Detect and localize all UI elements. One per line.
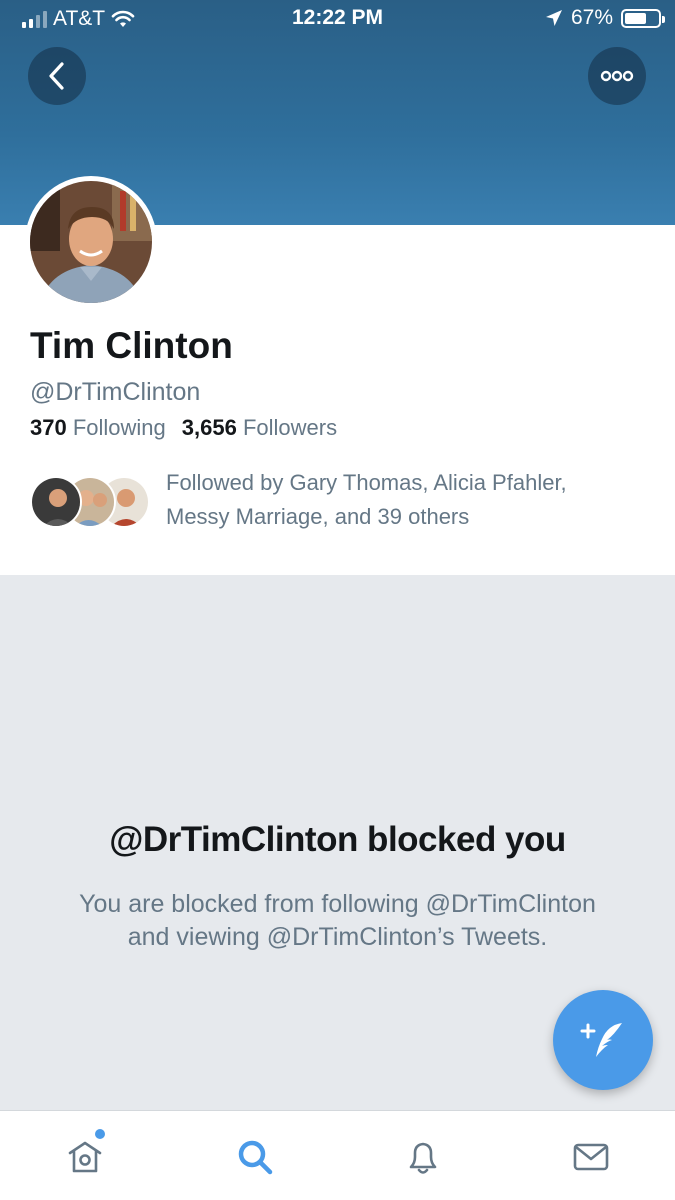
compose-feather-icon (580, 1023, 622, 1057)
search-icon (238, 1140, 273, 1175)
followers-label: Followers (242, 415, 338, 440)
profile-stats: 370 Following 3,656 Followers (30, 415, 337, 441)
blocked-title: @DrTimClinton blocked you (109, 820, 566, 859)
tab-search[interactable] (231, 1133, 279, 1181)
following-count: 370 (30, 415, 67, 440)
tab-notifications[interactable] (399, 1133, 447, 1181)
home-icon (68, 1141, 102, 1173)
followers-link[interactable]: 3,656 Followers (182, 415, 337, 440)
more-options-button[interactable] (588, 47, 646, 105)
profile-handle: @DrTimClinton (30, 378, 201, 406)
followed-by-text[interactable]: Followed by Gary Thomas, Alicia Pfahler,… (166, 466, 636, 534)
avatar (30, 476, 82, 528)
profile-photo (30, 181, 152, 303)
tab-home[interactable] (61, 1129, 109, 1181)
tab-messages[interactable] (567, 1133, 615, 1181)
followers-count: 3,656 (181, 415, 237, 440)
following-label: Following (72, 415, 166, 440)
notification-dot (95, 1129, 105, 1139)
tab-bar (0, 1110, 675, 1200)
blocked-description: You are blocked from following @DrTimCli… (79, 890, 596, 951)
chevron-left-icon (49, 62, 64, 90)
status-bar: AT&T 12:22 PM 67% (0, 0, 675, 38)
battery-percent: 67% (570, 6, 613, 29)
back-button[interactable] (28, 47, 86, 105)
more-horizontal-icon (600, 70, 634, 82)
battery-icon (621, 8, 665, 28)
location-arrow-icon (545, 10, 562, 26)
bell-icon (409, 1142, 437, 1174)
battery-level (625, 12, 647, 24)
mail-icon (573, 1143, 609, 1171)
status-right: 67% (545, 6, 665, 30)
compose-tweet-button[interactable] (553, 990, 653, 1090)
profile-avatar[interactable] (25, 176, 157, 308)
following-link[interactable]: 370 Following (30, 415, 166, 440)
followed-by-avatars[interactable] (30, 476, 152, 530)
profile-name: Tim Clinton (30, 325, 233, 366)
